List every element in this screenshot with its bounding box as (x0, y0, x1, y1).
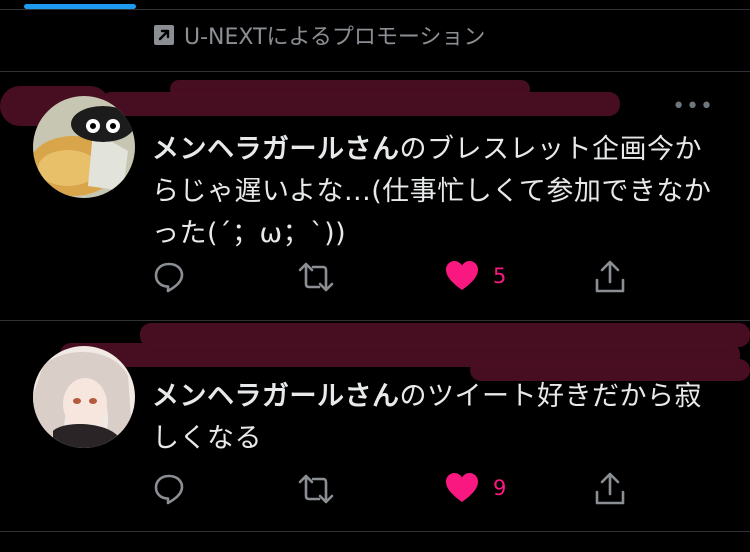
retweet-button[interactable] (298, 472, 334, 506)
like-count: 9 (493, 476, 507, 500)
tweet-text: メンヘラガールさんのツイート好きだから寂しくなる (152, 376, 722, 460)
mention-link[interactable]: メンヘラガールさん (152, 381, 400, 412)
share-icon (594, 472, 626, 506)
tweet[interactable]: ••• メンヘラガールさんのブレスレット企画今からじゃ遅いよな...(仕事忙しく… (0, 72, 750, 320)
heart-icon (445, 472, 479, 504)
like-button[interactable]: 5 (445, 260, 506, 292)
mention-link[interactable]: メンヘラガールさん (152, 134, 400, 165)
divider (0, 9, 750, 10)
tweet-text: メンヘラガールさんのブレスレット企画今からじゃ遅いよな...(仕事忙しくて参加で… (152, 129, 722, 255)
heart-icon (445, 260, 479, 292)
retweet-icon (298, 260, 334, 294)
more-options-icon[interactable]: ••• (672, 94, 714, 119)
tweet-actions: 5 (152, 260, 632, 294)
promoted-arrow-icon (152, 23, 176, 47)
like-count: 5 (493, 264, 507, 288)
promoted-text: U-NEXTによるプロモーション (184, 25, 486, 50)
avatar[interactable] (33, 96, 135, 198)
share-icon (594, 260, 626, 294)
share-button[interactable] (594, 260, 626, 294)
divider (0, 531, 750, 532)
retweet-button[interactable] (298, 260, 334, 294)
retweet-icon (298, 472, 334, 506)
reply-button[interactable] (152, 260, 186, 294)
tweet-actions: 9 (152, 472, 632, 506)
tweet[interactable]: メンヘラガールさんのツイート好きだから寂しくなる 9 (0, 321, 750, 531)
reply-icon (152, 260, 186, 294)
redaction-mark (170, 80, 530, 98)
promoted-label[interactable]: U-NEXTによるプロモーション (152, 19, 485, 51)
avatar[interactable] (33, 346, 135, 448)
share-button[interactable] (594, 472, 626, 506)
like-button[interactable]: 9 (445, 472, 506, 504)
reply-button[interactable] (152, 472, 186, 506)
reply-icon (152, 472, 186, 506)
